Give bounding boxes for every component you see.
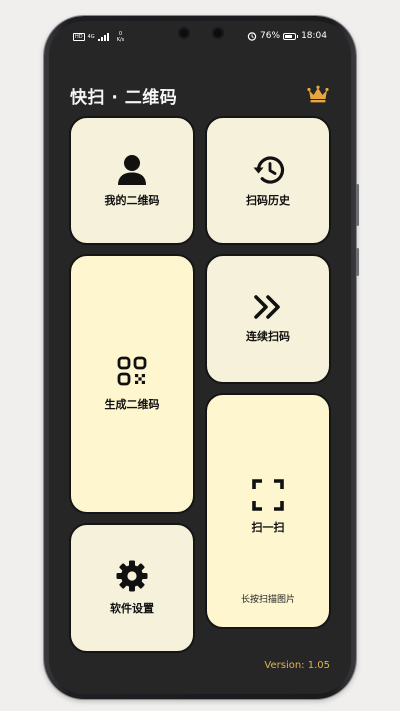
gear-icon <box>116 560 148 592</box>
status-right: 76% 18:04 <box>247 31 327 41</box>
generate-qrcode-label: 生成二维码 <box>104 398 160 411</box>
power-button <box>356 248 359 276</box>
scan-tile[interactable]: 扫一扫 长按扫描图片 <box>205 393 331 629</box>
signal-icon <box>97 33 109 41</box>
network-speed: 0 K/s <box>117 31 125 43</box>
hd-badge: HD <box>73 33 85 41</box>
camera-icon <box>178 27 190 39</box>
continuous-scan-tile[interactable]: 连续扫码 <box>205 254 331 384</box>
scan-hint: 长按扫描图片 <box>240 595 295 605</box>
continuous-scan-label: 连续扫码 <box>246 330 290 343</box>
app-screen: HD 4G 0 K/s 76% 18:04 快扫 · 二维码 我的二维码 扫码历… <box>49 21 351 694</box>
scan-label: 扫一扫 <box>251 521 285 534</box>
qrcode-icon <box>117 356 147 386</box>
battery-fill <box>285 34 292 38</box>
person-icon <box>118 154 146 185</box>
speed-unit: K/s <box>116 37 125 43</box>
front-cameras <box>178 27 224 39</box>
crown-icon[interactable] <box>307 85 329 103</box>
battery-icon <box>283 32 299 40</box>
scan-history-label: 扫码历史 <box>246 193 290 207</box>
status-bar: HD 4G 0 K/s 76% 18:04 <box>49 21 351 49</box>
network-type-label: 4G <box>87 34 95 40</box>
clock: 18:04 <box>301 31 327 41</box>
camera-icon <box>212 27 224 39</box>
my-qrcode-tile[interactable]: 我的二维码 <box>69 116 195 245</box>
status-left: HD 4G 0 K/s <box>73 31 124 43</box>
volume-button <box>356 184 359 226</box>
app-version: Version: 1.05 <box>264 660 330 671</box>
generate-qrcode-tile[interactable]: 生成二维码 <box>69 254 195 514</box>
settings-tile[interactable]: 软件设置 <box>69 523 195 653</box>
scan-frame-icon <box>252 479 284 511</box>
double-chevron-right-icon <box>254 295 280 319</box>
history-icon <box>253 155 285 184</box>
settings-label: 软件设置 <box>110 602 154 615</box>
my-qrcode-label: 我的二维码 <box>104 193 160 207</box>
alarm-icon <box>247 32 257 41</box>
app-title: 快扫 · 二维码 <box>70 88 178 108</box>
phone-frame: HD 4G 0 K/s 76% 18:04 快扫 · 二维码 我的二维码 扫码历… <box>44 16 359 699</box>
battery-percent: 76% <box>260 31 281 41</box>
scan-history-tile[interactable]: 扫码历史 <box>205 116 331 245</box>
